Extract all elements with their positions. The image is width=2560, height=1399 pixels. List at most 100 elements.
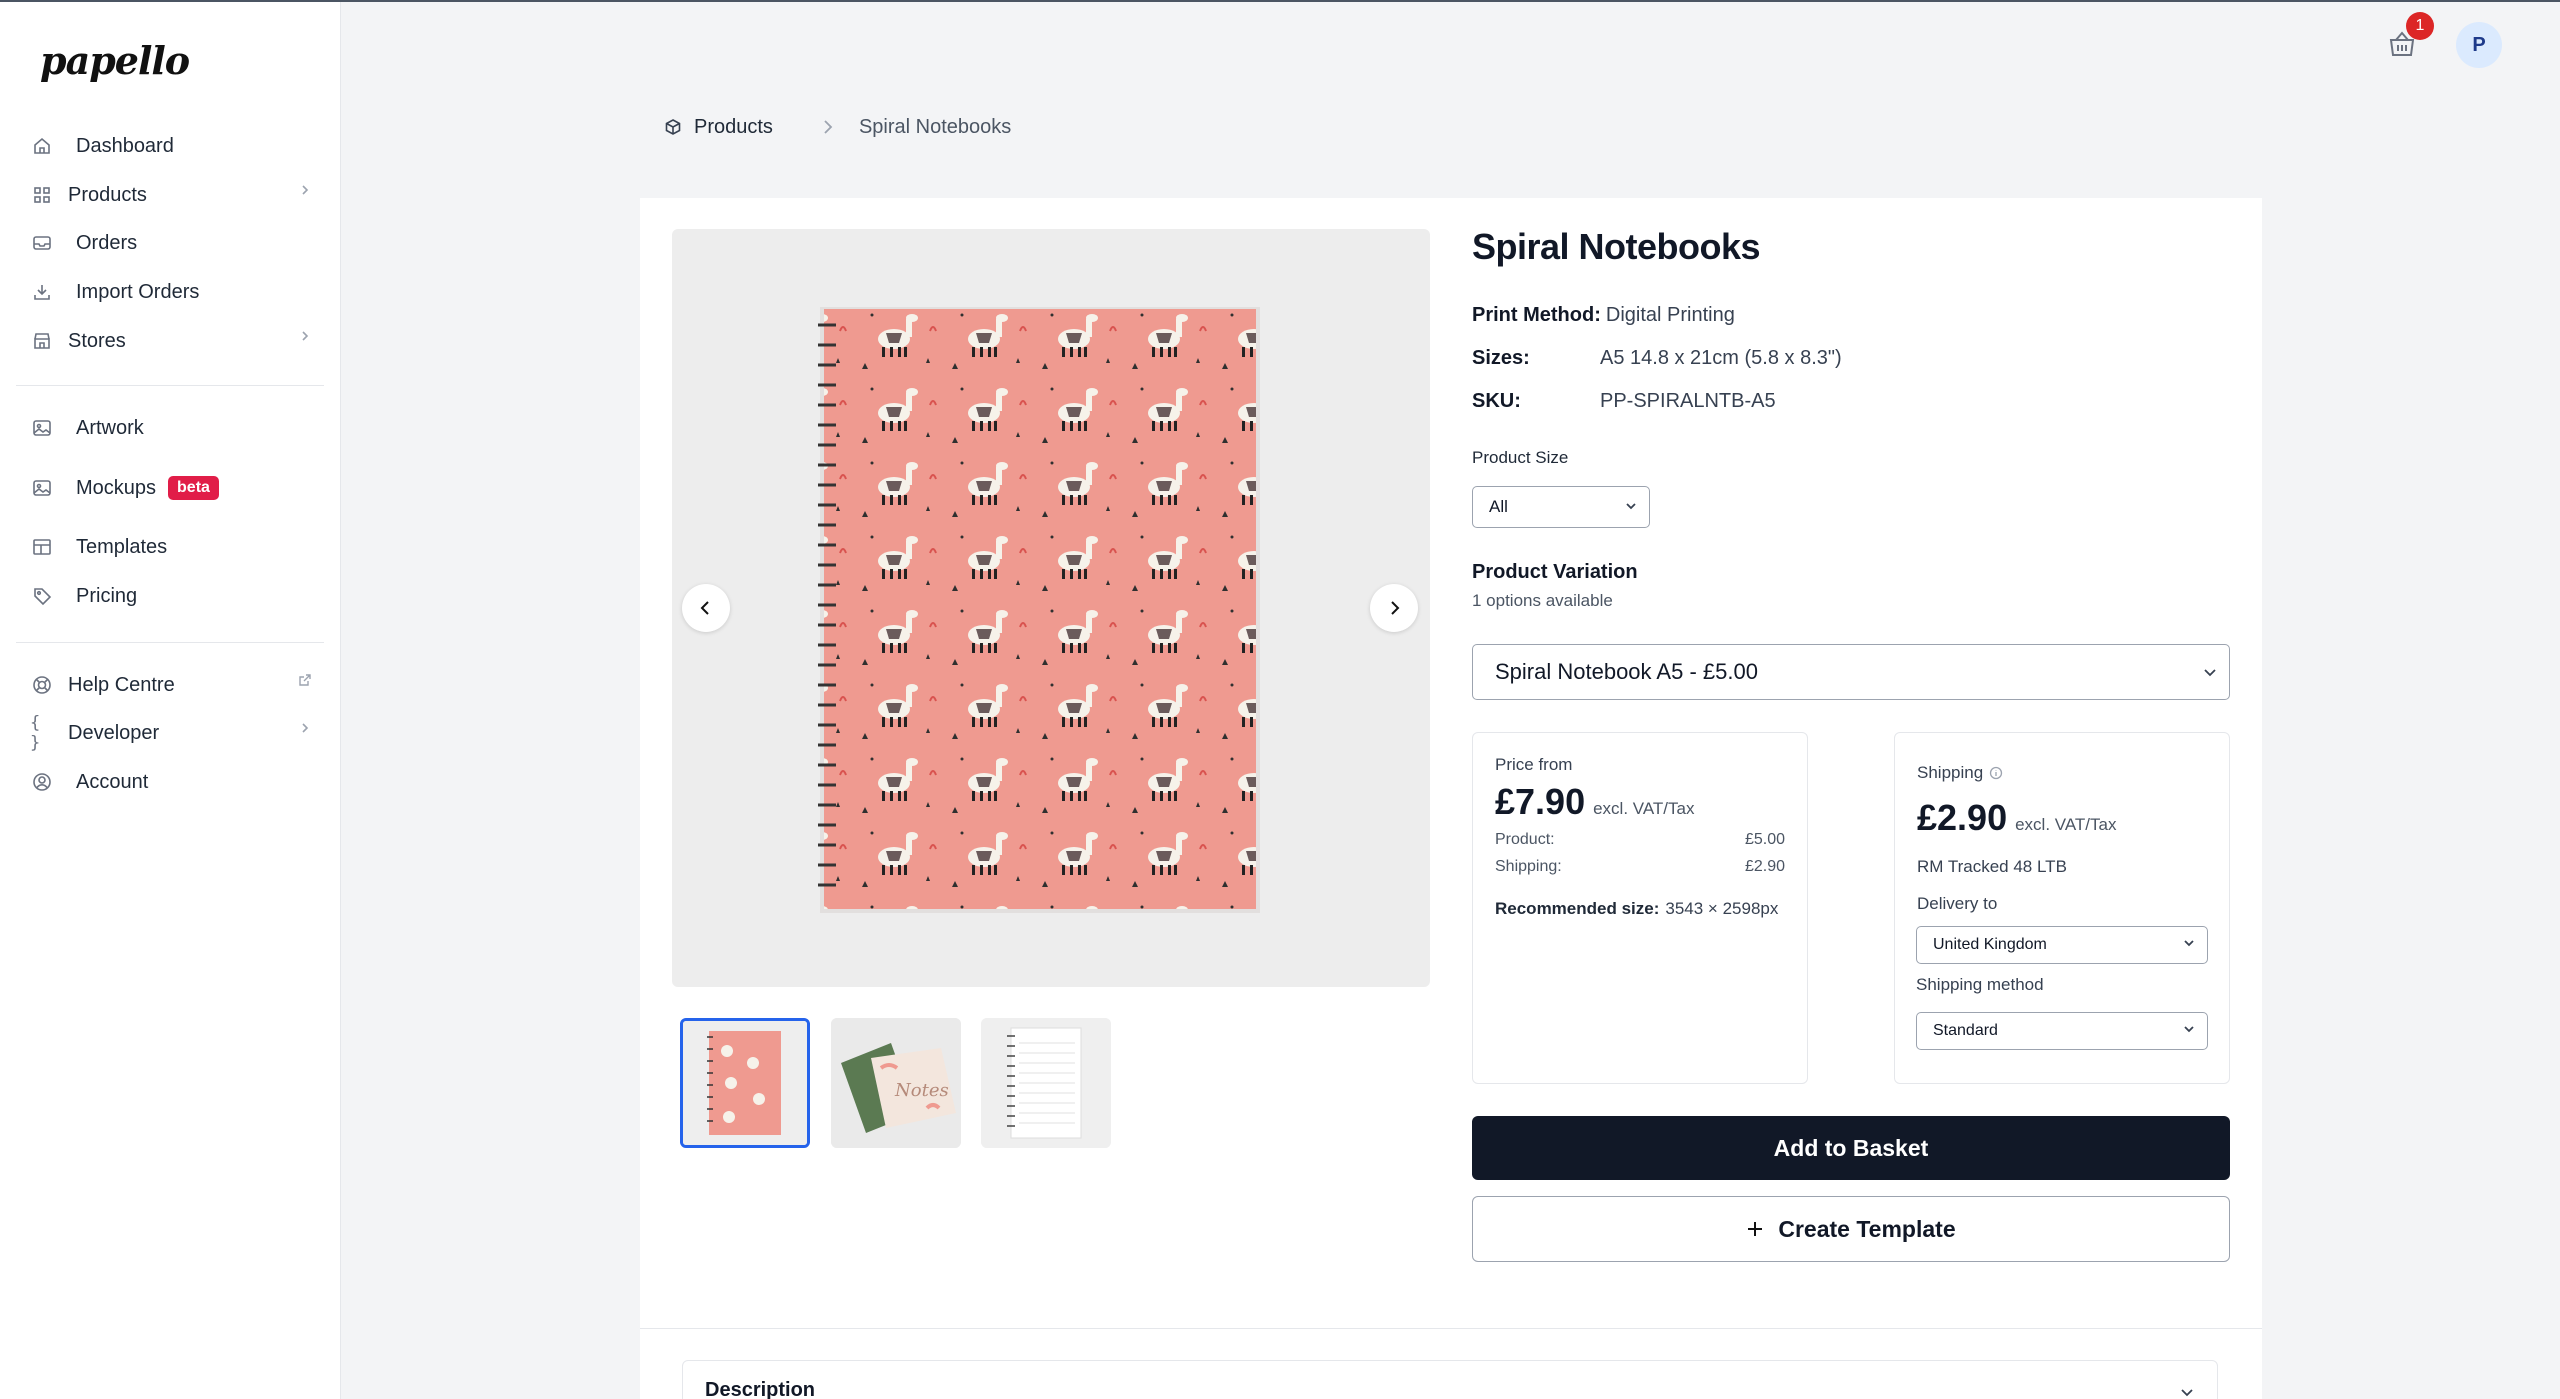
sidebar-item-label: Account <box>76 770 149 793</box>
chevron-down-icon <box>2179 1383 2195 1399</box>
breadcrumb-products[interactable]: Products <box>664 116 773 139</box>
user-avatar[interactable]: P <box>2456 22 2502 68</box>
sidebar-item-label: Help Centre <box>68 673 175 696</box>
shipping-service: RM Tracked 48 LTB <box>1917 857 2067 876</box>
sidebar-item-label: Import Orders <box>76 280 200 303</box>
import-icon <box>30 280 54 304</box>
print-method-label: Print Method: <box>1472 304 1601 326</box>
price-from-label: Price from <box>1495 755 1573 774</box>
chevron-right-icon <box>298 721 312 740</box>
product-variation-count: 1 options available <box>1472 591 1613 610</box>
delivery-country-select[interactable]: United Kingdom <box>1916 926 2208 964</box>
recommended-size: Recommended size: 3543 × 2598px <box>1495 899 1778 919</box>
lifebuoy-icon <box>30 673 54 697</box>
sku-label: SKU: <box>1472 390 1521 412</box>
product-variation-select[interactable]: Spiral Notebook A5 - £5.00 <box>1472 644 2230 700</box>
shipping-method-select[interactable]: Standard <box>1916 1012 2208 1050</box>
sku-row: SKU: PP-SPIRALNTB-A5 <box>1472 390 1776 413</box>
info-icon[interactable] <box>1989 766 2003 780</box>
sidebar-item-templates[interactable]: Templates <box>30 527 320 567</box>
sidebar-item-label: Orders <box>76 231 138 254</box>
mockup-icon <box>30 476 54 500</box>
product-size-select[interactable]: All <box>1472 486 1650 528</box>
shipping-excl: excl. VAT/Tax <box>2015 815 2117 834</box>
sidebar-item-pricing[interactable]: Pricing <box>30 576 320 616</box>
product-size-label: Product Size <box>1472 448 1569 467</box>
svg-text:Notes: Notes <box>894 1080 949 1101</box>
sku-value: PP-SPIRALNTB-A5 <box>1600 390 1776 412</box>
basket-count-badge: 1 <box>2406 12 2434 40</box>
sidebar-item-label: Pricing <box>76 584 138 607</box>
shipping-label: Shipping <box>1917 763 1984 782</box>
price-box: Price from £7.90 excl. VAT/Tax Product: … <box>1472 732 1808 1084</box>
sidebar-item-dashboard[interactable]: Dashboard <box>30 126 320 166</box>
grid-icon <box>30 183 54 207</box>
chevron-right-icon <box>1385 599 1403 617</box>
image-icon <box>30 416 54 440</box>
breadcrumb-products-label: Products <box>694 115 773 138</box>
product-size-value: All <box>1489 497 1508 516</box>
breadcrumb: Products Spiral Notebooks <box>664 112 1011 142</box>
beta-badge: beta <box>168 476 219 500</box>
shipping-method-value: Standard <box>1933 1022 1998 1039</box>
chevron-left-icon <box>697 599 715 617</box>
shipping-amount: £2.90 <box>1917 797 2008 838</box>
add-to-basket-button[interactable]: Add to Basket <box>1472 1116 2230 1180</box>
sidebar-divider <box>16 385 324 386</box>
product-cost-value: £5.00 <box>1744 831 1785 848</box>
sidebar-item-artwork[interactable]: Artwork <box>30 408 320 448</box>
thumbnail-2[interactable]: Notes <box>831 1018 961 1148</box>
sidebar-item-label: Mockups <box>76 476 157 499</box>
external-link-icon <box>298 673 312 692</box>
chevron-down-icon <box>1625 497 1637 517</box>
user-circle-icon <box>30 770 54 794</box>
sidebar-item-stores[interactable]: Stores <box>30 321 320 361</box>
breadcrumb-current[interactable]: Spiral Notebooks <box>859 116 1011 139</box>
window-top-border <box>0 0 2560 2</box>
sidebar-divider <box>16 642 324 643</box>
shipping-price: £2.90 excl. VAT/Tax <box>1917 797 2117 839</box>
sidebar-item-label: Artwork <box>76 416 144 439</box>
inbox-icon <box>30 231 54 255</box>
thumbnail-1[interactable] <box>680 1018 810 1148</box>
template-icon <box>30 535 54 559</box>
sizes-label: Sizes: <box>1472 347 1530 369</box>
section-divider <box>640 1328 2262 1329</box>
sizes-value: A5 14.8 x 21cm (5.8 x 8.3") <box>1600 347 1842 369</box>
plus-icon <box>1746 1220 1764 1238</box>
price-from-amount: £7.90 <box>1495 781 1586 822</box>
sidebar-item-label: Templates <box>76 535 168 558</box>
home-icon <box>30 134 54 158</box>
tag-icon <box>30 584 54 608</box>
thumbnail-3[interactable] <box>981 1018 1111 1148</box>
sidebar-item-mockups[interactable]: Mockups beta <box>30 468 320 508</box>
product-cost-label: Product: <box>1495 831 1555 848</box>
description-accordion[interactable]: Description <box>682 1360 2218 1399</box>
shipping-cost-label: Shipping: <box>1495 858 1562 875</box>
sidebar-item-help-centre[interactable]: Help Centre <box>30 665 320 705</box>
gallery-next-button[interactable] <box>1370 584 1418 632</box>
sidebar-item-orders[interactable]: Orders <box>30 223 320 263</box>
gallery-prev-button[interactable] <box>682 584 730 632</box>
shipping-header: Shipping <box>1917 763 2003 783</box>
papello-logo[interactable]: papello <box>40 38 190 83</box>
chevron-right-icon <box>821 118 835 136</box>
create-template-button[interactable]: Create Template <box>1472 1196 2230 1262</box>
sidebar-item-account[interactable]: Account <box>30 762 320 802</box>
delivery-to-label: Delivery to <box>1917 894 1998 913</box>
sidebar-item-import-orders[interactable]: Import Orders <box>30 272 320 312</box>
sidebar-item-label: Stores <box>68 329 126 352</box>
print-method-row: Print Method: Digital Printing <box>1472 304 1735 327</box>
product-variation-title: Product Variation <box>1472 561 1638 583</box>
sidebar-item-developer[interactable]: { } Developer <box>30 713 320 753</box>
print-method-value: Digital Printing <box>1605 304 1735 326</box>
shipping-cost-value: £2.90 <box>1744 858 1785 875</box>
shipping-method-label: Shipping method <box>1916 975 2044 994</box>
recommended-size-value: 3543 × 2598px <box>1665 899 1779 918</box>
notebook-product-image <box>818 307 1260 913</box>
sidebar-item-products[interactable]: Products <box>30 175 320 215</box>
price-from: £7.90 excl. VAT/Tax <box>1495 781 1695 823</box>
sizes-row: Sizes: A5 14.8 x 21cm (5.8 x 8.3") <box>1472 347 1842 370</box>
sidebar-item-label: Dashboard <box>76 134 174 157</box>
product-image-gallery <box>672 229 1430 987</box>
